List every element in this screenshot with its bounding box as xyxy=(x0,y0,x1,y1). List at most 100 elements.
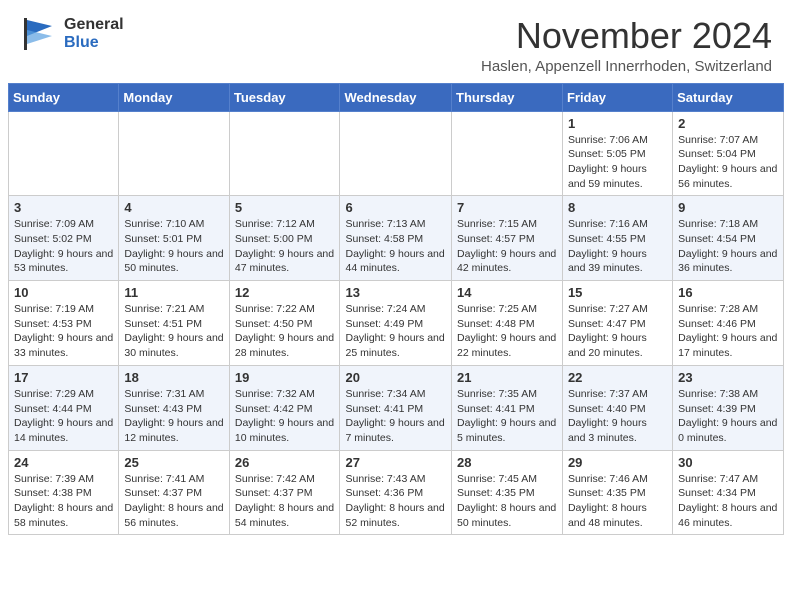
subtitle: Haslen, Appenzell Innerrhoden, Switzerla… xyxy=(481,58,772,75)
week-row-1: 1Sunrise: 7:06 AM Sunset: 5:05 PM Daylig… xyxy=(9,111,784,196)
day-number: 27 xyxy=(345,455,446,470)
day-number: 24 xyxy=(14,455,113,470)
day-cell: 4 Sunrise: 7:10 AM Sunset: 5:01 PM Daylig… xyxy=(119,196,229,281)
day-info: Sunrise: 7:42 AM Sunset: 4:37 PM Dayligh… xyxy=(235,472,335,531)
day-number: 20 xyxy=(345,370,446,385)
day-cell xyxy=(229,111,340,196)
page: General Blue November 2024 Haslen, Appen… xyxy=(0,0,792,543)
day-number: 12 xyxy=(235,285,335,300)
day-cell xyxy=(9,111,119,196)
day-cell: 2 Sunrise: 7:07 AM Sunset: 5:04 PM Daylig… xyxy=(673,111,784,196)
logo: General Blue xyxy=(20,16,124,52)
day-cell: 14 Sunrise: 7:25 AM Sunset: 4:48 PM Dayli… xyxy=(452,281,563,366)
logo-icon xyxy=(20,16,60,52)
day-number: 8 xyxy=(568,200,667,215)
day-number: 25 xyxy=(124,455,223,470)
day-number: 3 xyxy=(14,200,113,215)
day-info: Sunrise: 7:21 AM Sunset: 4:51 PM Dayligh… xyxy=(124,302,223,361)
day-number: 26 xyxy=(235,455,335,470)
day-info: Sunrise: 7:28 AM Sunset: 4:46 PM Dayligh… xyxy=(678,302,778,361)
day-cell xyxy=(452,111,563,196)
day-cell: 15Sunrise: 7:27 AM Sunset: 4:47 PM Dayli… xyxy=(562,281,672,366)
day-cell: 13Sunrise: 7:24 AM Sunset: 4:49 PM Dayli… xyxy=(340,281,452,366)
col-friday: Friday xyxy=(562,83,672,111)
day-number: 9 xyxy=(678,200,778,215)
day-cell: 29 Sunrise: 7:46 AM Sunset: 4:35 PM Dayli… xyxy=(562,450,672,535)
day-number: 6 xyxy=(345,200,446,215)
day-cell: 23Sunrise: 7:38 AM Sunset: 4:39 PM Dayli… xyxy=(673,365,784,450)
day-info: Sunrise: 7:37 AM Sunset: 4:40 PM Dayligh… xyxy=(568,387,667,446)
col-sunday: Sunday xyxy=(9,83,119,111)
day-info: Sunrise: 7:39 AM Sunset: 4:38 PM Dayligh… xyxy=(14,472,113,531)
day-number: 28 xyxy=(457,455,557,470)
day-number: 29 xyxy=(568,455,667,470)
day-info: Sunrise: 7:45 AM Sunset: 4:35 PM Dayligh… xyxy=(457,472,557,531)
day-info: Sunrise: 7:15 AM Sunset: 4:57 PM Dayligh… xyxy=(457,217,557,276)
day-number: 11 xyxy=(124,285,223,300)
day-cell: 3 Sunrise: 7:09 AM Sunset: 5:02 PM Daylig… xyxy=(9,196,119,281)
day-cell: 25 Sunrise: 7:41 AM Sunset: 4:37 PM Dayli… xyxy=(119,450,229,535)
day-info: Sunrise: 7:16 AM Sunset: 4:55 PM Dayligh… xyxy=(568,217,667,276)
day-info: Sunrise: 7:06 AM Sunset: 5:05 PM Dayligh… xyxy=(568,133,667,192)
day-info: Sunrise: 7:12 AM Sunset: 5:00 PM Dayligh… xyxy=(235,217,335,276)
day-info: Sunrise: 7:35 AM Sunset: 4:41 PM Dayligh… xyxy=(457,387,557,446)
week-row-3: 10 Sunrise: 7:19 AM Sunset: 4:53 PM Dayli… xyxy=(9,281,784,366)
day-info: Sunrise: 7:10 AM Sunset: 5:01 PM Dayligh… xyxy=(124,217,223,276)
day-info: Sunrise: 7:09 AM Sunset: 5:02 PM Dayligh… xyxy=(14,217,113,276)
day-cell: 22 Sunrise: 7:37 AM Sunset: 4:40 PM Dayli… xyxy=(562,365,672,450)
calendar-table: Sunday Monday Tuesday Wednesday Thursday… xyxy=(8,83,784,536)
day-info: Sunrise: 7:43 AM Sunset: 4:36 PM Dayligh… xyxy=(345,472,446,531)
col-monday: Monday xyxy=(119,83,229,111)
title-area: November 2024 Haslen, Appenzell Innerrho… xyxy=(481,16,772,75)
day-number: 5 xyxy=(235,200,335,215)
day-number: 2 xyxy=(678,116,778,131)
day-number: 21 xyxy=(457,370,557,385)
day-info: Sunrise: 7:41 AM Sunset: 4:37 PM Dayligh… xyxy=(124,472,223,531)
day-cell: 7 Sunrise: 7:15 AM Sunset: 4:57 PM Daylig… xyxy=(452,196,563,281)
day-cell xyxy=(340,111,452,196)
day-number: 13 xyxy=(345,285,446,300)
day-number: 14 xyxy=(457,285,557,300)
month-title: November 2024 xyxy=(481,16,772,56)
day-cell xyxy=(119,111,229,196)
day-cell: 10 Sunrise: 7:19 AM Sunset: 4:53 PM Dayli… xyxy=(9,281,119,366)
day-number: 22 xyxy=(568,370,667,385)
day-cell: 27 Sunrise: 7:43 AM Sunset: 4:36 PM Dayli… xyxy=(340,450,452,535)
day-cell: 26 Sunrise: 7:42 AM Sunset: 4:37 PM Dayli… xyxy=(229,450,340,535)
day-info: Sunrise: 7:18 AM Sunset: 4:54 PM Dayligh… xyxy=(678,217,778,276)
day-number: 7 xyxy=(457,200,557,215)
day-info: Sunrise: 7:46 AM Sunset: 4:35 PM Dayligh… xyxy=(568,472,667,531)
day-cell: 19Sunrise: 7:32 AM Sunset: 4:42 PM Dayli… xyxy=(229,365,340,450)
week-row-4: 17 Sunrise: 7:29 AM Sunset: 4:44 PM Dayli… xyxy=(9,365,784,450)
day-cell: 11 Sunrise: 7:21 AM Sunset: 4:51 PM Dayli… xyxy=(119,281,229,366)
day-number: 10 xyxy=(14,285,113,300)
day-cell: 1Sunrise: 7:06 AM Sunset: 5:05 PM Daylig… xyxy=(562,111,672,196)
logo-blue: Blue xyxy=(64,34,124,52)
day-info: Sunrise: 7:07 AM Sunset: 5:04 PM Dayligh… xyxy=(678,133,778,192)
day-info: Sunrise: 7:34 AM Sunset: 4:41 PM Dayligh… xyxy=(345,387,446,446)
day-number: 23 xyxy=(678,370,778,385)
week-row-2: 3 Sunrise: 7:09 AM Sunset: 5:02 PM Daylig… xyxy=(9,196,784,281)
day-number: 16 xyxy=(678,285,778,300)
day-cell: 8 Sunrise: 7:16 AM Sunset: 4:55 PM Daylig… xyxy=(562,196,672,281)
day-info: Sunrise: 7:13 AM Sunset: 4:58 PM Dayligh… xyxy=(345,217,446,276)
col-thursday: Thursday xyxy=(452,83,563,111)
week-row-5: 24 Sunrise: 7:39 AM Sunset: 4:38 PM Dayli… xyxy=(9,450,784,535)
day-number: 17 xyxy=(14,370,113,385)
day-cell: 9 Sunrise: 7:18 AM Sunset: 4:54 PM Daylig… xyxy=(673,196,784,281)
day-info: Sunrise: 7:25 AM Sunset: 4:48 PM Dayligh… xyxy=(457,302,557,361)
day-cell: 6 Sunrise: 7:13 AM Sunset: 4:58 PM Daylig… xyxy=(340,196,452,281)
header: General Blue November 2024 Haslen, Appen… xyxy=(0,0,792,83)
day-cell: 16 Sunrise: 7:28 AM Sunset: 4:46 PM Dayli… xyxy=(673,281,784,366)
calendar-body: 1Sunrise: 7:06 AM Sunset: 5:05 PM Daylig… xyxy=(9,111,784,535)
col-saturday: Saturday xyxy=(673,83,784,111)
col-tuesday: Tuesday xyxy=(229,83,340,111)
day-info: Sunrise: 7:19 AM Sunset: 4:53 PM Dayligh… xyxy=(14,302,113,361)
day-number: 4 xyxy=(124,200,223,215)
col-wednesday: Wednesday xyxy=(340,83,452,111)
day-number: 19 xyxy=(235,370,335,385)
day-info: Sunrise: 7:22 AM Sunset: 4:50 PM Dayligh… xyxy=(235,302,335,361)
day-info: Sunrise: 7:29 AM Sunset: 4:44 PM Dayligh… xyxy=(14,387,113,446)
day-number: 30 xyxy=(678,455,778,470)
day-cell: 18Sunrise: 7:31 AM Sunset: 4:43 PM Dayli… xyxy=(119,365,229,450)
